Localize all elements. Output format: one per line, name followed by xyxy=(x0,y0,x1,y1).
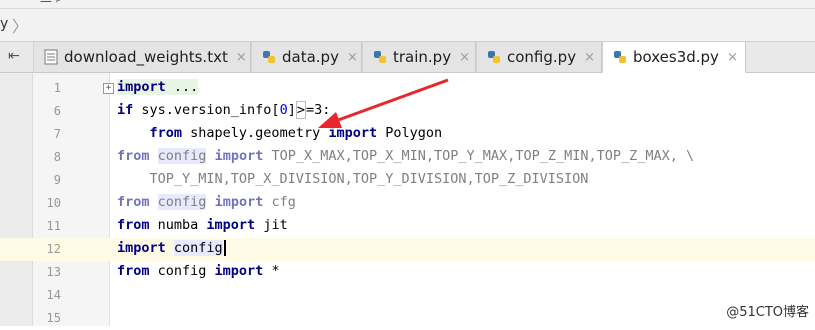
annotation-arrow-icon xyxy=(318,78,449,128)
watermark: @51CTO博客 xyxy=(726,305,809,320)
